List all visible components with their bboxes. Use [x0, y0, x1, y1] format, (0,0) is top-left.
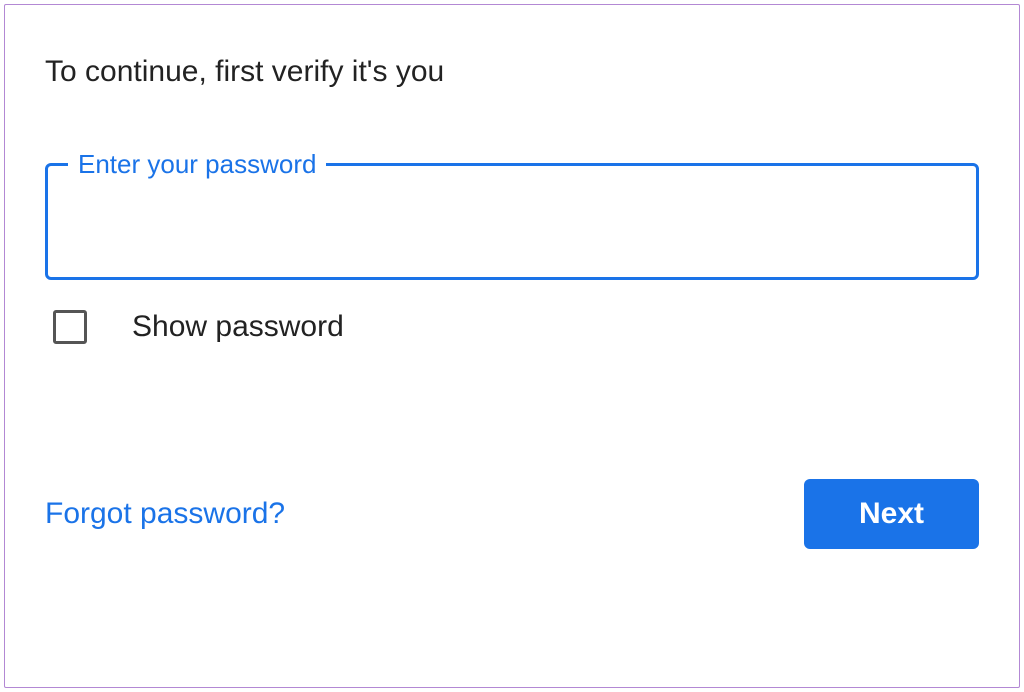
show-password-label: Show password	[132, 310, 344, 344]
dialog-heading: To continue, first verify it's you	[45, 55, 979, 89]
password-label: Enter your password	[68, 149, 326, 180]
dialog-actions: Forgot password? Next	[45, 479, 979, 549]
next-button[interactable]: Next	[804, 479, 979, 549]
show-password-row: Show password	[53, 310, 979, 344]
password-fieldset: Enter your password	[45, 149, 979, 280]
show-password-checkbox[interactable]	[53, 310, 87, 344]
verify-dialog: To continue, first verify it's you Enter…	[4, 4, 1020, 688]
forgot-password-link[interactable]: Forgot password?	[45, 497, 285, 531]
password-field-wrapper: Enter your password	[45, 149, 979, 280]
password-input[interactable]	[48, 180, 976, 277]
